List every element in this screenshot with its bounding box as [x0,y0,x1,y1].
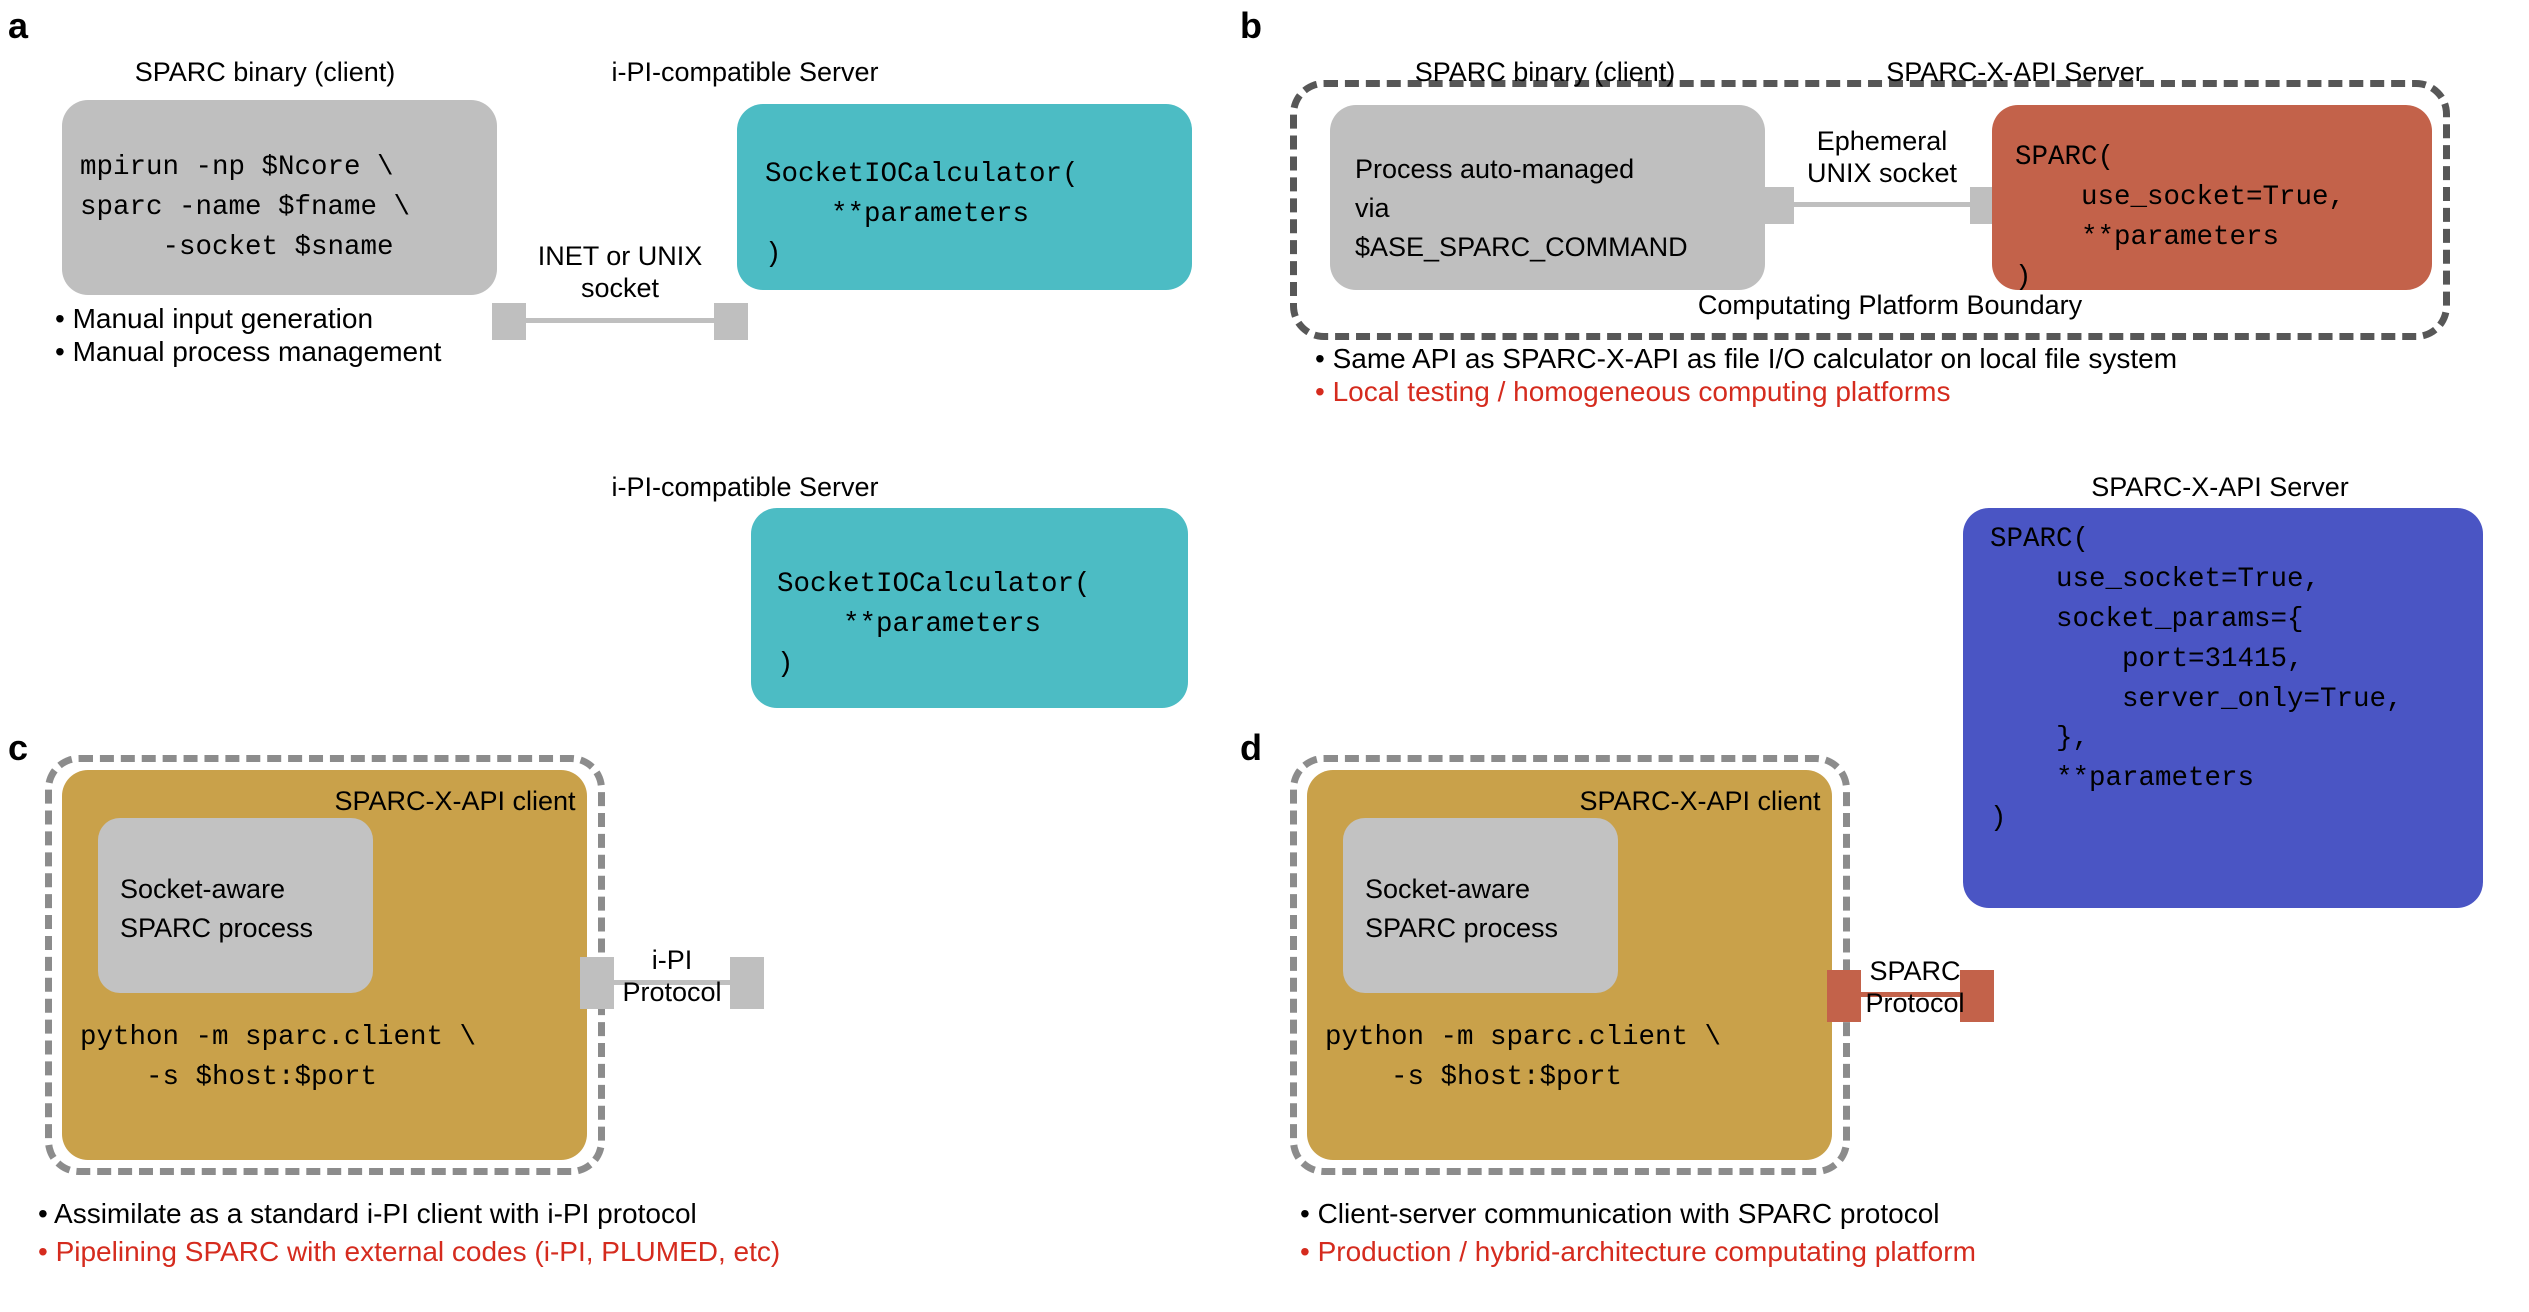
panel-d-bullet-1: • Client-server communication with SPARC… [1300,1198,1940,1229]
panel-b-link-line [1788,202,1976,207]
panel-b-client-title: SPARC binary (client) [1414,57,1676,87]
panel-c-client-code: python -m sparc.client \ -s $host:$port [80,1022,477,1093]
panel-d-server-title: SPARC-X-API Server [2091,472,2349,502]
panel-d-client-code: python -m sparc.client \ -s $host:$port [1325,1022,1722,1093]
panel-d-inner-process-label: Socket-aware SPARC process [1365,874,1559,944]
panel-c-client-title: SPARC-X-API client [334,786,576,816]
panel-a-link-line [520,318,720,323]
panel-d-bullet-2: • Production / hybrid-architecture compu… [1300,1236,1976,1267]
panel-d-connector-label: SPARC Protocol [1865,956,1965,1019]
panel-b-boundary-label: Computating Platform Boundary [1697,290,2083,320]
panel-c-server-code: SocketIOCalculator( **parameters ) [777,569,1091,680]
panel-a-connector-label: INET or UNIX socket [537,241,703,304]
panel-d-client-title: SPARC-X-API client [1579,786,1821,816]
panel-a-server-code: SocketIOCalculator( **parameters ) [765,159,1079,270]
panel-b-server-title: SPARC-X-API Server [1886,57,2144,87]
panel-b-server-code: SPARC( use_socket=True, **parameters ) [2015,142,2346,293]
panel-d-server-code: SPARC( use_socket=True, socket_params={ … [1990,524,2403,835]
panel-b-connector-label: Ephemeral UNIX socket [1806,126,1958,189]
panel-c-inner-process-label: Socket-aware SPARC process [120,874,314,944]
panel-a-server-connector-nub [714,303,748,340]
panel-c-bullet-2: • Pipelining SPARC with external codes (… [38,1236,781,1267]
panel-a-client-title: SPARC binary (client) [134,57,396,87]
panel-a-server-title: i-PI-compatible Server [611,57,879,87]
panel-c-connector-label: i-PI Protocol [622,945,722,1008]
panel-b-client-text: Process auto-managed via $ASE_SPARC_COMM… [1355,154,1688,263]
panel-letter-b: b [1240,5,1262,46]
panel-c-server-title: i-PI-compatible Server [611,472,879,502]
panel-b-bullet-2: • Local testing / homogeneous computing … [1315,376,1951,407]
panel-letter-d: d [1240,727,1262,768]
panel-a-client-code: mpirun -np $Ncore \ sparc -name $fname \… [80,152,411,263]
panel-c-bullet-1: • Assimilate as a standard i-PI client w… [38,1198,697,1229]
panel-letter-a: a [8,5,29,46]
panel-letter-c: c [8,727,29,768]
panel-a-bullet-2: • Manual process management [55,336,442,367]
